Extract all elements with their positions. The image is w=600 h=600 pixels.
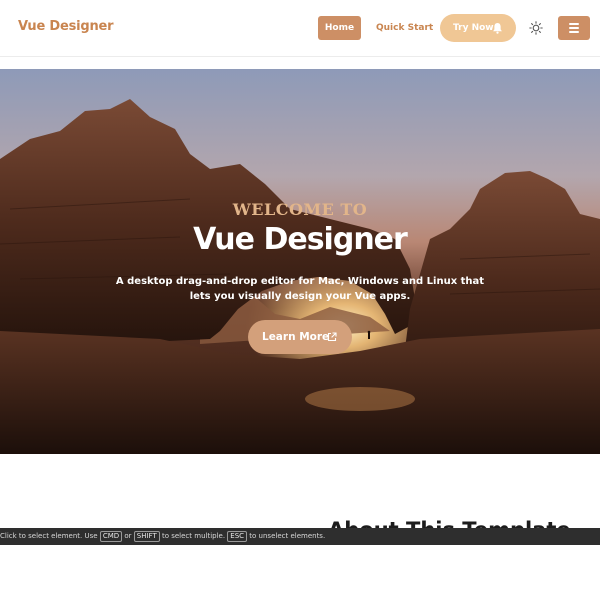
external-link-icon — [327, 332, 337, 342]
nav-home-button[interactable]: Home — [318, 16, 361, 40]
editor-status-bar: Click to select element. Use CMD or SHIF… — [0, 528, 600, 545]
hamburger-menu-button[interactable] — [558, 16, 590, 40]
nav-quick-start-link[interactable]: Quick Start — [376, 16, 433, 40]
status-text: or — [124, 532, 132, 540]
hero-kicker: WELCOME TO — [232, 200, 368, 219]
kbd-shift: SHIFT — [133, 531, 160, 542]
try-now-label: Try Now — [453, 23, 494, 33]
hero-background-image — [0, 99, 600, 454]
hero-section: WELCOME TO Vue Designer A desktop drag-a… — [0, 69, 600, 454]
status-text: to select multiple. — [161, 532, 226, 540]
bell-icon — [493, 22, 502, 34]
status-text: to unselect elements. — [249, 532, 326, 540]
kbd-esc: ESC — [227, 531, 248, 542]
navbar: Vue Designer Home Quick Start Try Now — [0, 0, 600, 57]
learn-more-button[interactable]: Learn More — [248, 320, 352, 354]
sun-icon[interactable] — [529, 21, 543, 35]
kbd-cmd: CMD — [99, 531, 123, 542]
hamburger-line — [569, 27, 579, 29]
hamburger-icon — [569, 23, 579, 25]
hamburger-line — [569, 31, 579, 33]
hero-title: Vue Designer — [193, 222, 408, 257]
brand-logo[interactable]: Vue Designer — [18, 19, 114, 34]
hero-subtitle: A desktop drag-and-drop editor for Mac, … — [115, 276, 485, 302]
try-now-button[interactable]: Try Now — [440, 14, 516, 42]
status-text: Click to select element. Use — [0, 532, 98, 540]
learn-more-label: Learn More — [262, 331, 330, 343]
